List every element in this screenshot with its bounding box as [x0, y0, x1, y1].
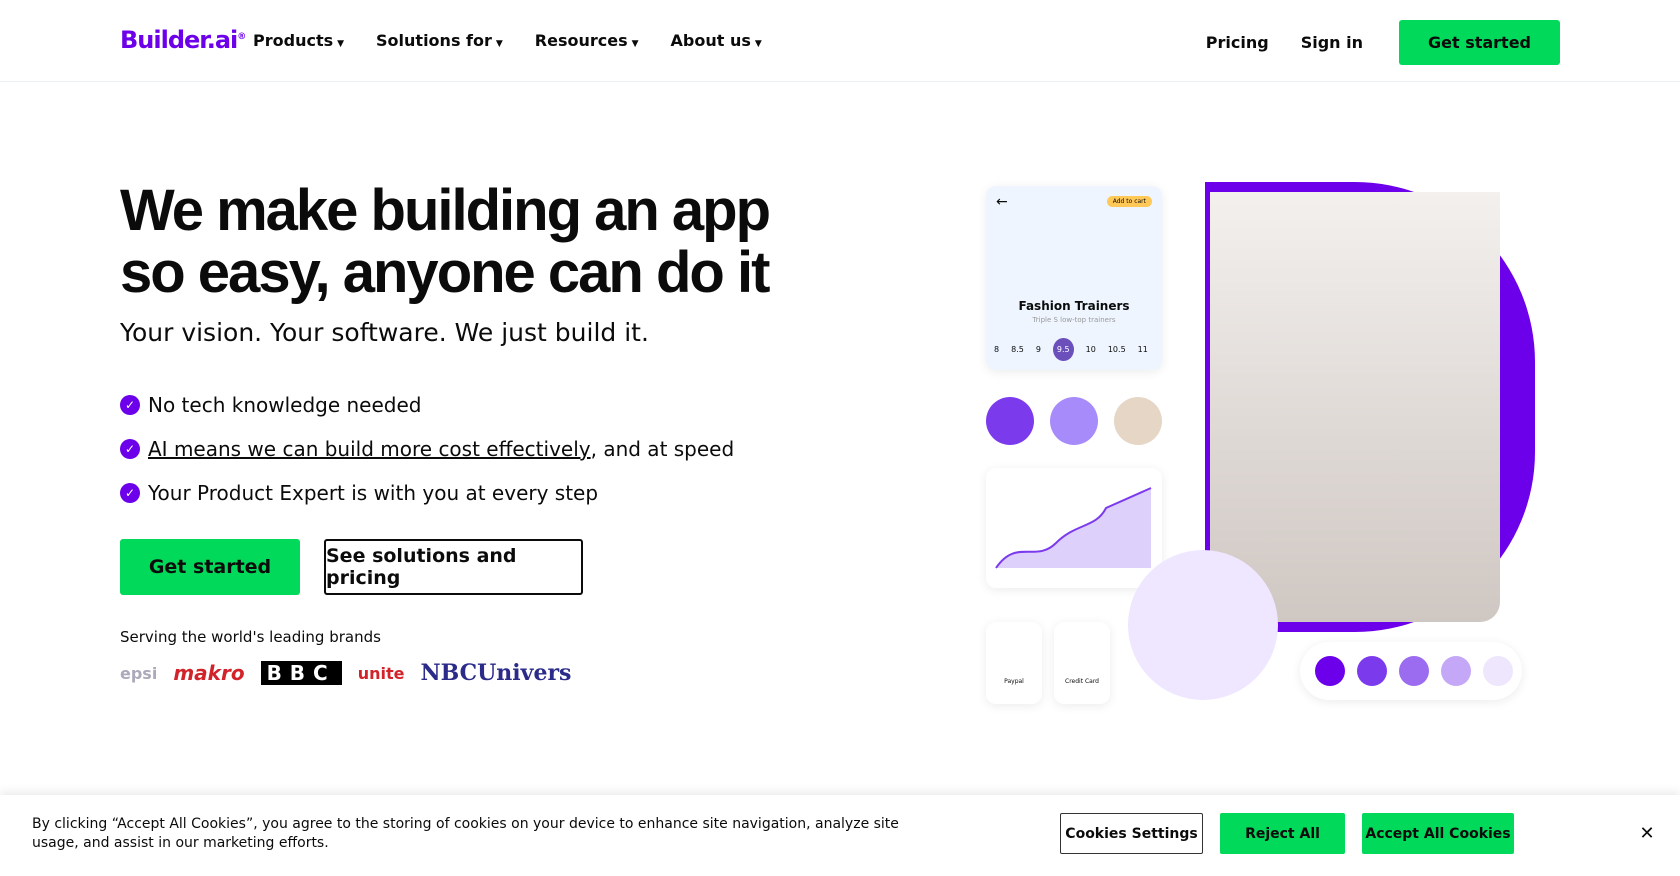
avatar — [1114, 397, 1162, 445]
caret-down-icon: ▼ — [754, 39, 762, 49]
gear-icon — [1050, 397, 1098, 445]
menu-products[interactable]: Products ▼ — [253, 31, 344, 50]
brand-logo: epsi — [120, 663, 158, 683]
dot — [1399, 656, 1429, 686]
size: 11 — [1137, 345, 1148, 354]
get-started-button[interactable]: Get started — [120, 539, 300, 595]
add-to-cart-badge: Add to cart — [1106, 196, 1152, 207]
hero-title: We make building an app so easy, anyone … — [120, 178, 771, 305]
list-item: ✓ Your Product Expert is with you at ever… — [120, 471, 734, 515]
check-icon — [1315, 656, 1345, 686]
list-item: ✓ AI means we can build more cost effecti… — [120, 427, 734, 471]
menu-about[interactable]: About us ▼ — [671, 31, 762, 50]
cookie-banner: By clicking “Accept All Cookies”, you ag… — [0, 795, 1680, 876]
benefit-list: ✓ No tech knowledge needed ✓ AI means we c… — [120, 383, 734, 515]
brand-logo: NBCUnivers — [420, 660, 572, 686]
target-ring — [1128, 550, 1278, 700]
ai-cost-link[interactable]: AI means we can build more cost effectiv… — [148, 437, 591, 461]
caret-down-icon: ▼ — [337, 39, 345, 49]
cookie-text: By clicking “Accept All Cookies”, you ag… — [32, 816, 899, 851]
brand-logo: unite — [357, 663, 405, 683]
brands-label: Serving the world's leading brands — [120, 628, 381, 646]
nav-get-started-button[interactable]: Get started — [1398, 20, 1560, 65]
size: 10.5 — [1107, 345, 1126, 354]
back-arrow-icon: ← — [996, 194, 1008, 210]
accept-all-button[interactable]: Accept All Cookies — [1362, 813, 1514, 854]
bell-icon — [986, 397, 1034, 445]
check-icon: ✓ — [120, 483, 140, 503]
brand-logo: BBC — [260, 661, 342, 685]
top-nav: Builder.ai® Products ▼ Solutions for ▼ Res… — [0, 0, 1680, 82]
product-card: ← Add to cart Fashion Trainers Triple S … — [986, 186, 1162, 370]
person-photo — [1210, 192, 1500, 622]
check-icon: ✓ — [120, 395, 140, 415]
chart-card — [986, 468, 1162, 588]
size: 10 — [1085, 345, 1096, 354]
pricing-link[interactable]: Pricing — [1206, 33, 1269, 52]
dot — [1357, 656, 1387, 686]
logo[interactable]: Builder.ai® — [120, 26, 246, 54]
check-icon: ✓ — [120, 439, 140, 459]
area-chart — [995, 487, 1152, 569]
dot — [1441, 656, 1471, 686]
product-sub: Triple S low-top trainers — [1032, 316, 1116, 324]
close-icon[interactable]: ✕ — [1632, 813, 1662, 854]
hero-subtitle: Your vision. Your software. We just buil… — [120, 318, 649, 347]
brand-logo: makro — [173, 661, 245, 685]
caret-down-icon: ▼ — [495, 39, 503, 49]
see-solutions-button[interactable]: See solutions and pricing — [324, 539, 583, 595]
size: 8 — [994, 345, 1000, 354]
product-name: Fashion Trainers — [1018, 299, 1130, 313]
menu-solutions[interactable]: Solutions for ▼ — [376, 31, 503, 50]
reject-all-button[interactable]: Reject All — [1220, 813, 1345, 854]
cookies-settings-button[interactable]: Cookies Settings — [1060, 813, 1203, 854]
hero-illustration: ← Add to cart Fashion Trainers Triple S … — [980, 172, 1540, 712]
credit-card: Credit Card — [1054, 622, 1110, 704]
list-item: ✓ No tech knowledge needed — [120, 383, 734, 427]
caret-down-icon: ▼ — [631, 39, 639, 49]
menu-resources[interactable]: Resources ▼ — [535, 31, 639, 50]
brand-logos: epsi makro BBC unite NBCUnivers — [120, 660, 571, 686]
size: 8.5 — [1011, 345, 1024, 354]
paypal-card: Paypal — [986, 622, 1042, 704]
size: 9 — [1035, 345, 1041, 354]
dot — [1483, 656, 1513, 686]
size-selected: 9.5 — [1052, 338, 1074, 361]
signin-link[interactable]: Sign in — [1301, 33, 1363, 52]
